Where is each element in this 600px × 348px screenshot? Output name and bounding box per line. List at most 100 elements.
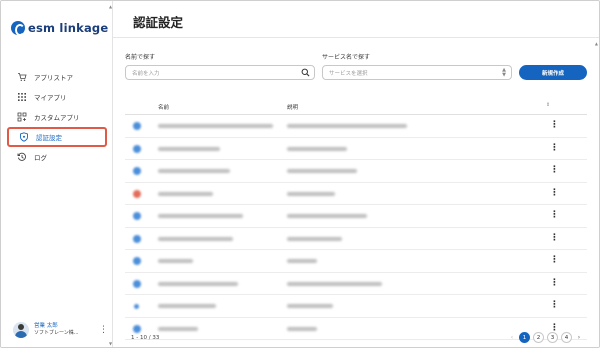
table-row[interactable]: ⋮ [125, 228, 587, 250]
sidebar-nav: アプリストア マイアプリ カスタムアプリ 認証設定 ログ [7, 67, 107, 167]
redacted-description [287, 124, 407, 128]
column-name[interactable]: 名前 [158, 103, 169, 111]
page-button-1[interactable]: 1 [519, 332, 530, 343]
row-menu-icon[interactable]: ⋮ [550, 143, 559, 153]
logo-icon [11, 21, 25, 36]
row-menu-icon[interactable]: ⋮ [550, 278, 559, 288]
logo-text: esm linkage [28, 21, 109, 35]
page-title: 認証設定 [133, 15, 184, 30]
redacted-name [158, 326, 198, 331]
name-filter-label: 名前で探す [125, 54, 156, 61]
main-content: 認証設定 ▲ 名前で探す 名前を入力 サービス名で探す サービスを選択 ▲ ▼ 新… [113, 1, 599, 347]
sidebar: esm linkage アプリストア マイアプリ カスタムアプリ 認証設定 ログ… [1, 1, 113, 347]
user-menu[interactable]: 営業 太郎 ソフトブレーン株... ⋮ [13, 320, 108, 340]
app-window: esm linkage アプリストア マイアプリ カスタムアプリ 認証設定 ログ… [0, 0, 600, 348]
row-menu-icon[interactable]: ⋮ [550, 188, 559, 198]
redacted-name [158, 191, 213, 196]
redacted-description [287, 214, 367, 218]
table-row[interactable]: ⋮ [125, 183, 587, 205]
service-filter-label: サービス名で探す [322, 54, 371, 61]
redacted-description [287, 326, 317, 331]
name-search-placeholder: 名前を入力 [132, 70, 160, 77]
table-row[interactable]: ⋮ [125, 115, 587, 138]
table-footer: 1 - 10 / 33 ‹ 1 2 3 4 › [125, 331, 587, 345]
history-icon [17, 152, 27, 162]
sidebar-item-label: アプリストア [34, 74, 73, 82]
service-icon [133, 122, 141, 130]
page-button-2[interactable]: 2 [533, 332, 544, 343]
prev-page-icon[interactable]: ‹ [508, 334, 516, 341]
sidebar-item-log[interactable]: ログ [7, 147, 107, 167]
row-menu-icon[interactable]: ⋮ [550, 210, 559, 220]
table-row[interactable]: ⋮ [125, 138, 587, 160]
cart-icon [17, 72, 27, 82]
service-icon [133, 144, 141, 153]
redacted-description [287, 236, 342, 241]
redacted-name [158, 146, 220, 151]
service-icon [133, 212, 141, 220]
service-icon [133, 167, 141, 175]
sidebar-item-label: ログ [34, 154, 47, 162]
divider [113, 37, 599, 38]
row-menu-icon[interactable]: ⋮ [550, 255, 559, 265]
service-icon [133, 234, 141, 243]
more-vert-icon[interactable]: ⋮ [99, 325, 108, 335]
redacted-description [287, 304, 333, 308]
sidebar-item-custom-apps[interactable]: カスタムアプリ [7, 107, 107, 127]
sidebar-item-myapps[interactable]: マイアプリ [7, 87, 107, 107]
service-select[interactable]: サービスを選択 ▲ ▼ [322, 65, 512, 80]
table-row[interactable]: ⋮ [125, 160, 587, 183]
next-page-icon[interactable]: › [575, 334, 583, 341]
sort-icon[interactable]: ⇕ [546, 102, 550, 108]
service-icon [133, 257, 141, 265]
table-row[interactable]: ⋮ [125, 205, 587, 228]
redacted-description [287, 191, 335, 196]
pagination: ‹ 1 2 3 4 › [505, 332, 583, 343]
page-button-3[interactable]: 3 [547, 332, 558, 343]
custom-app-icon [17, 112, 27, 122]
redacted-name [158, 236, 233, 241]
shield-icon [19, 132, 29, 142]
row-menu-icon[interactable]: ⋮ [550, 165, 559, 175]
row-menu-icon[interactable]: ⋮ [550, 300, 559, 310]
service-icon [134, 304, 139, 309]
new-create-button[interactable]: 新規作成 [519, 65, 587, 80]
column-description[interactable]: 説明 [287, 103, 298, 111]
sidebar-item-label: マイアプリ [34, 94, 67, 102]
redacted-name [158, 169, 230, 173]
redacted-name [158, 124, 273, 128]
scroll-up-icon[interactable]: ▲ [595, 41, 598, 46]
table-row[interactable]: ⋮ [125, 295, 587, 318]
scroll-up-icon[interactable]: ▲ [109, 4, 112, 9]
avatar [13, 322, 29, 338]
scroll-down-icon[interactable]: ▼ [109, 341, 112, 346]
logo: esm linkage [11, 20, 108, 36]
auth-table: 名前 説明 ⇕ ⋮ ⋮ ⋮ ⋮ ⋮ ⋮ ⋮ ⋮ ⋮ ⋮ [125, 97, 587, 340]
service-icon [133, 189, 141, 198]
table-row[interactable]: ⋮ [125, 250, 587, 273]
service-icon [133, 279, 141, 288]
name-search-input[interactable]: 名前を入力 [125, 65, 315, 80]
pagination-range: 1 - 10 / 33 [131, 335, 160, 341]
sidebar-item-auth-settings[interactable]: 認証設定 [7, 127, 107, 147]
user-org: ソフトブレーン株... [34, 330, 79, 336]
page-button-4[interactable]: 4 [561, 332, 572, 343]
redacted-name [158, 214, 243, 218]
table-row[interactable]: ⋮ [125, 273, 587, 295]
sidebar-item-label: 認証設定 [36, 134, 62, 142]
select-arrows-icon: ▲ ▼ [502, 67, 506, 78]
service-select-placeholder: サービスを選択 [329, 70, 368, 77]
sidebar-item-appstore[interactable]: アプリストア [7, 67, 107, 87]
redacted-name [158, 304, 216, 308]
redacted-description [287, 281, 382, 286]
redacted-description [287, 259, 317, 263]
user-name: 営業 太郎 [34, 323, 58, 329]
sidebar-item-label: カスタムアプリ [34, 114, 80, 122]
search-icon[interactable] [301, 68, 310, 79]
table-header: 名前 説明 ⇕ [125, 97, 587, 115]
row-menu-icon[interactable]: ⋮ [550, 120, 559, 130]
redacted-description [287, 169, 357, 173]
redacted-name [158, 281, 238, 286]
redacted-description [287, 146, 347, 151]
row-menu-icon[interactable]: ⋮ [550, 233, 559, 243]
